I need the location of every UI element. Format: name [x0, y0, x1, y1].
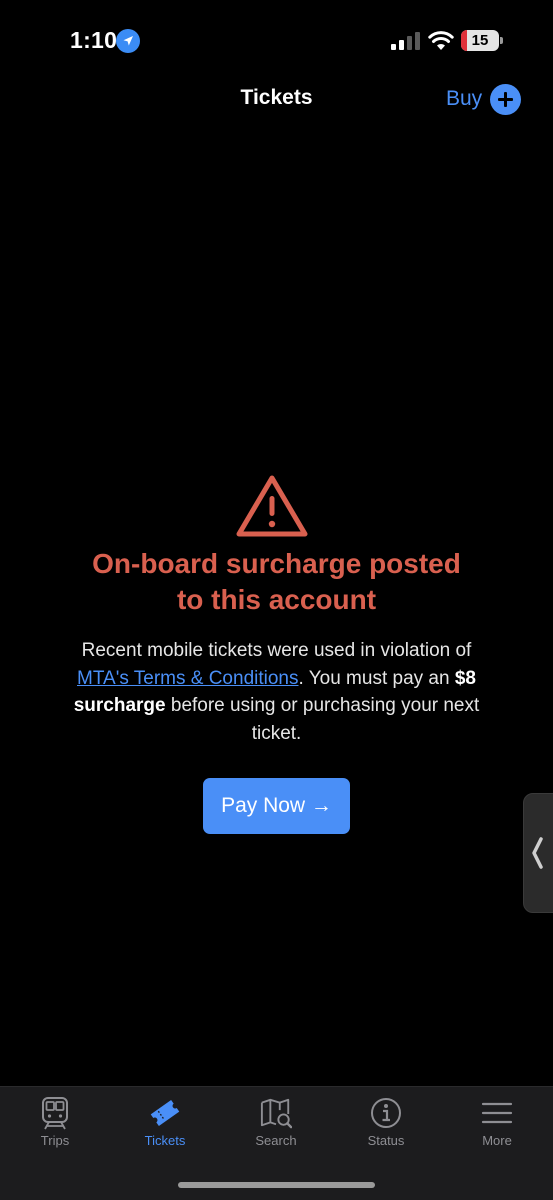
home-indicator[interactable]: [178, 1182, 375, 1188]
cellular-signal-icon: [391, 32, 420, 50]
screen: 1:10 15 Tickets Buy On-board surcharge p…: [0, 0, 553, 1200]
battery-charging-icon: 15: [461, 30, 503, 51]
status-bar: 1:10 15: [0, 0, 553, 80]
battery-level-text: 15: [471, 32, 489, 49]
info-icon: [371, 1098, 401, 1128]
tab-label: Trips: [40, 1133, 70, 1148]
tab-label: Tickets: [144, 1133, 186, 1148]
alert-body-text: Recent mobile tickets were used in viola…: [81, 640, 472, 661]
chevron-left-icon: [532, 837, 543, 869]
terms-link[interactable]: MTA's Terms & Conditions: [77, 668, 299, 689]
wifi-icon: [428, 31, 454, 50]
tab-trips[interactable]: Trips: [0, 1095, 110, 1151]
tab-search[interactable]: Search: [221, 1095, 331, 1151]
buy-button-label: Buy: [446, 87, 483, 110]
ticket-icon: [150, 1100, 180, 1126]
tab-more[interactable]: More: [442, 1095, 552, 1151]
alert-message: Recent mobile tickets were used in viola…: [60, 637, 493, 747]
tab-label: More: [482, 1133, 512, 1148]
menu-icon: [481, 1102, 513, 1124]
warning-triangle-icon: [236, 475, 308, 537]
location-arrow-icon: [116, 29, 140, 53]
tab-label: Search: [255, 1133, 297, 1148]
tab-label: Status: [367, 1133, 405, 1148]
train-icon: [42, 1097, 68, 1130]
tab-status[interactable]: Status: [331, 1095, 441, 1151]
map-search-icon: [260, 1098, 292, 1129]
plus-circle-icon: [490, 83, 522, 115]
alert-title-line2: to this account: [176, 584, 377, 615]
alert-body-text-mid: . You must pay an: [298, 667, 455, 689]
alert-title-line1: On-board surcharge posted: [92, 548, 461, 579]
status-time: 1:10: [70, 27, 118, 53]
alert-body-text-end: before using or purchasing your next tic…: [165, 695, 480, 744]
buy-button[interactable]: Buy: [446, 83, 522, 115]
alert-title: On-board surcharge posted to this accoun…: [40, 546, 513, 618]
pay-now-button[interactable]: Pay Now →: [203, 778, 350, 834]
tab-tickets[interactable]: Tickets: [110, 1095, 220, 1151]
side-panel-handle[interactable]: [523, 793, 553, 913]
